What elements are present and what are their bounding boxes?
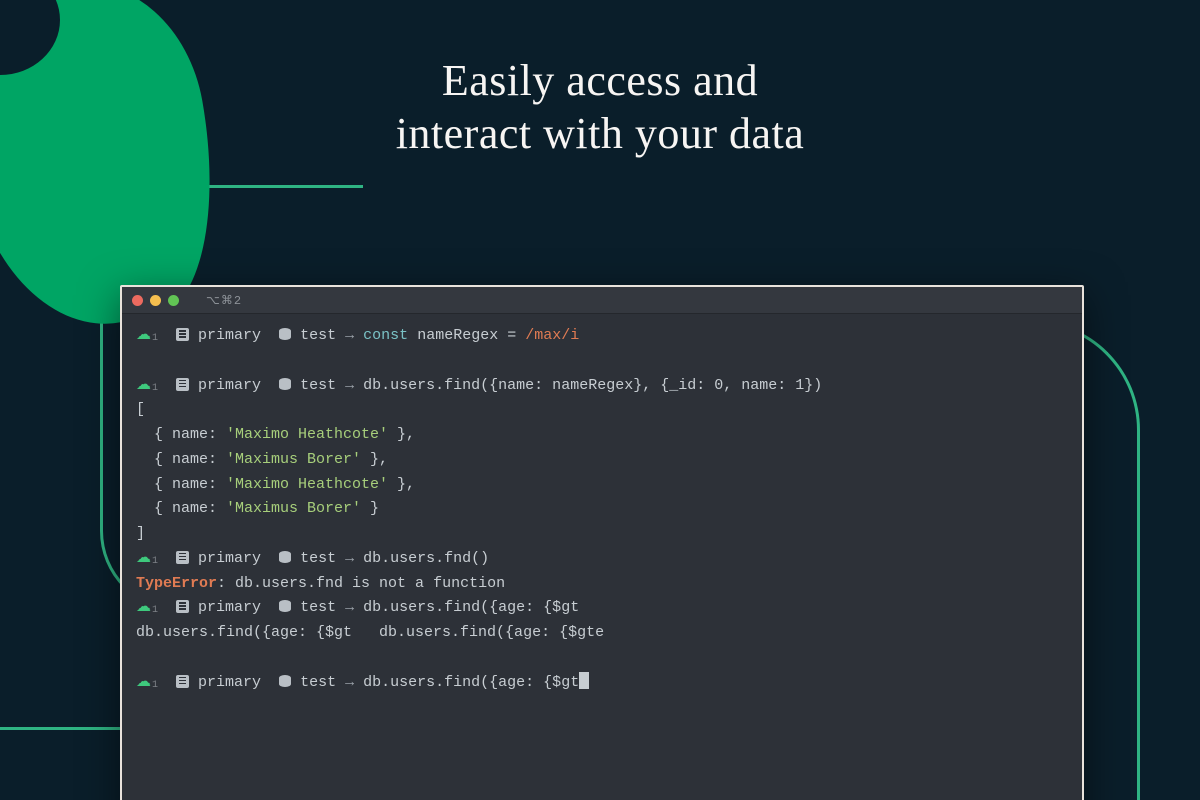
cloud-sub: 1 [152,556,158,567]
traffic-light-close-icon[interactable] [132,295,143,306]
prompt-replica: primary [198,674,261,691]
terminal-titlebar[interactable]: ⌥⌘2 [122,287,1082,314]
cloud-sub: 1 [152,680,158,691]
book-icon [176,600,189,613]
result-str: 'Maximo Heathcote' [226,476,388,493]
prompt-replica: primary [198,550,261,567]
headline-line2: interact with your data [396,109,805,158]
database-icon [279,378,291,390]
arrow-icon: → [345,327,354,344]
cloud-icon: ☁ [136,550,151,567]
terminal-tab-label: ⌥⌘2 [206,293,242,308]
book-icon [176,675,189,688]
headline: Easily access and interact with your dat… [0,55,1200,161]
terminal-output: [ [136,398,1068,423]
cmd-regex: /max/i [525,327,579,344]
arrow-icon: → [345,550,354,567]
cmd-text: db.users.find({name: nameRegex}, {_id: 0… [363,377,822,394]
prompt-db: test [300,327,336,344]
cmd-text: nameRegex = [417,327,516,344]
error-type: TypeError [136,575,217,592]
database-icon [279,328,291,340]
traffic-light-zoom-icon[interactable] [168,295,179,306]
prompt-replica: primary [198,377,261,394]
prompt-db: test [300,377,336,394]
kw-const: const [363,327,408,344]
cloud-icon: ☁ [136,327,151,344]
cursor-icon [579,672,589,689]
prompt-db: test [300,550,336,567]
cloud-sub: 1 [152,383,158,394]
terminal-output: { name: 'Maximus Borer' } [136,497,1068,522]
terminal-body[interactable]: ☁1 primary test → const nameRegex = /max… [122,314,1082,709]
terminal-autocomplete: db.users.find({age: {$gt db.users.find({… [136,621,1068,646]
result-str: 'Maximus Borer' [226,451,361,468]
headline-line1: Easily access and [442,56,758,105]
cmd-text: db.users.fnd() [363,550,489,567]
traffic-light-minimize-icon[interactable] [150,295,161,306]
cloud-icon: ☁ [136,599,151,616]
terminal-output: { name: 'Maximus Borer' }, [136,448,1068,473]
prompt-replica: primary [198,599,261,616]
prompt-db: test [300,599,336,616]
arrow-icon: → [345,674,354,691]
terminal-line: ☁1 primary test → db.users.find({name: n… [136,374,1068,399]
terminal-line: ☁1 primary test → const nameRegex = /max… [136,324,1068,349]
terminal-line: ☁1 primary test → db.users.find({age: {$… [136,671,1068,696]
prompt-db: test [300,674,336,691]
terminal-blank [136,349,1068,374]
cmd-text: db.users.find({age: {$gt [363,599,579,616]
result-str: 'Maximus Borer' [226,500,361,517]
cloud-icon: ☁ [136,377,151,394]
cloud-icon: ☁ [136,674,151,691]
arrow-icon: → [345,377,354,394]
database-icon [279,675,291,687]
terminal-output: ] [136,522,1068,547]
prompt-replica: primary [198,327,261,344]
book-icon [176,378,189,391]
stage: Easily access and interact with your dat… [0,55,1200,800]
decorative-line-bottom [0,727,120,730]
cmd-text: db.users.find({age: {$gt [363,674,579,691]
cloud-sub: 1 [152,605,158,616]
cloud-sub: 1 [152,333,158,344]
database-icon [279,551,291,563]
result-str: 'Maximo Heathcote' [226,426,388,443]
terminal-output: { name: 'Maximo Heathcote' }, [136,423,1068,448]
terminal-window[interactable]: ⌥⌘2 ☁1 primary test → const nameRegex = … [120,285,1084,800]
terminal-error: TypeError: db.users.fnd is not a functio… [136,572,1068,597]
terminal-output: { name: 'Maximo Heathcote' }, [136,473,1068,498]
terminal-line: ☁1 primary test → db.users.find({age: {$… [136,596,1068,621]
terminal-line: ☁1 primary test → db.users.fnd() [136,547,1068,572]
book-icon [176,551,189,564]
database-icon [279,600,291,612]
error-msg: db.users.fnd is not a function [235,575,505,592]
terminal-blank [136,646,1068,671]
book-icon [176,328,189,341]
arrow-icon: → [345,599,354,616]
